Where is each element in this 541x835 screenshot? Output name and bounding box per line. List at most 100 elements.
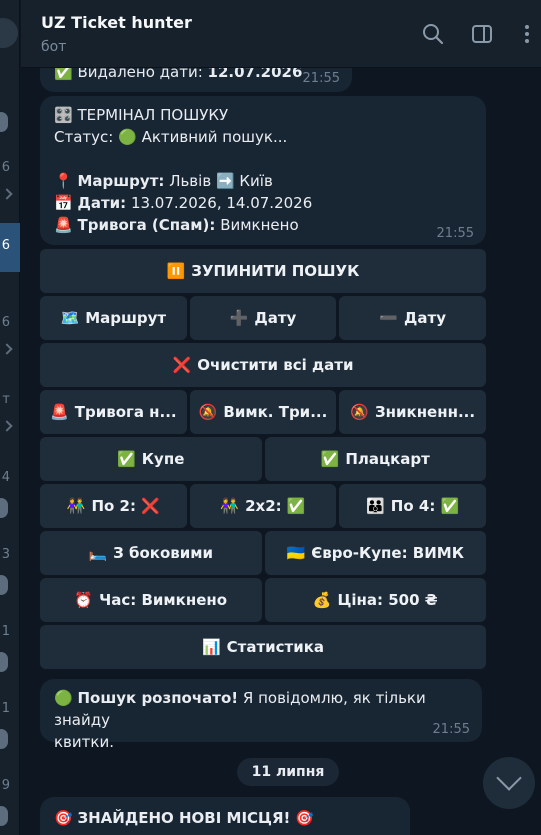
clear-dates-button[interactable]: ❌ Очистити всі дати: [40, 343, 486, 387]
stop-search-button[interactable]: ⏸️ ЗУПИНИТИ ПОШУК: [40, 249, 486, 293]
dates-value: 13.07.2026, 14.07.2026: [130, 194, 313, 212]
keyboard-row: ⏸️ ЗУПИНИТИ ПОШУК: [40, 249, 486, 293]
chat-list-count: т: [2, 392, 10, 407]
keyboard-row: 🗺️ Маршрут ➕ Дату ➖ Дату: [40, 296, 487, 340]
chat-list-count: 9: [1, 778, 10, 793]
message-text-bold: ЗНАЙДЕНО НОВІ МІСЦЯ!: [77, 809, 291, 827]
button-label: Маршрут: [85, 309, 167, 327]
bell-off-icon: 🔕: [350, 403, 369, 421]
map-icon: 🗺️: [60, 309, 80, 327]
kupe-toggle-button[interactable]: ✅ Купе: [40, 437, 262, 481]
terminal-title-text: ТЕРМІНАЛ ПОШУКУ: [77, 106, 229, 124]
add-date-button[interactable]: ➕ Дату: [189, 296, 337, 340]
money-bag-icon: 💰: [312, 591, 332, 609]
unread-badge: [0, 112, 8, 132]
chat-list-count: 1: [1, 701, 10, 716]
route-label: Маршрут:: [77, 172, 165, 190]
pause-icon: ⏸️: [166, 262, 186, 280]
button-label: Дату: [254, 309, 297, 327]
chat-subtitle: бот: [41, 39, 67, 55]
couple-icon: 👫: [220, 497, 240, 515]
message-search-terminal: 🎛️ ТЕРМІНАЛ ПОШУКУ Статус: 🟢 Активний по…: [40, 96, 486, 245]
remove-date-button[interactable]: ➖ Дату: [339, 296, 487, 340]
chat-title[interactable]: UZ Ticket hunter: [41, 13, 192, 32]
control-knobs-icon: 🎛️: [54, 106, 73, 124]
keyboard-row: 📊 Статистика: [40, 625, 486, 669]
more-menu-icon[interactable]: [515, 22, 539, 46]
button-label: Дату: [404, 309, 446, 327]
route-from: Львів: [169, 172, 212, 190]
calendar-icon: 📅: [54, 194, 73, 212]
keyboard-row: ⏰ Час: Вимкнено 💰 Ціна: 500 ₴: [40, 578, 486, 622]
bed-icon: 🛏️: [88, 544, 108, 562]
chat-list-count: 6: [1, 238, 10, 253]
check-icon: ✅: [440, 497, 460, 515]
seats-by-4-button[interactable]: 👪 По 4: ✅: [339, 484, 487, 528]
avatar[interactable]: [0, 18, 18, 48]
button-label: Статистика: [226, 638, 325, 656]
sidebar-toggle-icon[interactable]: [470, 22, 494, 46]
alarm-value: Вимкнено: [220, 216, 299, 234]
chat-list-item-active[interactable]: 6: [0, 223, 20, 272]
side-seats-button[interactable]: 🛏️ З боковими: [40, 531, 262, 575]
couple-icon: 👫: [66, 497, 86, 515]
keyboard-row: ✅ Купе ✅ Плацкарт: [40, 437, 486, 481]
platskart-toggle-button[interactable]: ✅ Плацкарт: [264, 437, 486, 481]
pin-icon: 📍: [54, 172, 73, 190]
message-text: квитки.: [54, 733, 114, 751]
alarm-button[interactable]: 🚨 Тривога н...: [40, 390, 187, 434]
chat-list-count: 3: [1, 547, 10, 562]
unread-badge: [0, 652, 8, 672]
check-icon: ✅: [117, 450, 136, 468]
chat-list-count: 6: [1, 160, 10, 175]
bell-off-icon: 🔕: [198, 403, 218, 421]
keyboard-row: ❌ Очистити всі дати: [40, 343, 486, 387]
terminal-dates: 📅 Дати: 13.07.2026, 14.07.2026: [54, 192, 472, 214]
chat-list-count: 6: [1, 315, 10, 330]
siren-icon: 🚨: [54, 216, 73, 234]
route-button[interactable]: 🗺️ Маршрут: [40, 296, 187, 340]
chat-list-strip: 6 6 6 т 4 3 1 1 9: [0, 0, 20, 835]
unread-badge: [0, 806, 8, 826]
unread-badge: [0, 498, 8, 518]
target-icon: 🎯: [54, 809, 73, 827]
message-search-started: 🟢 Пошук розпочато! Я повідомлю, як тільк…: [40, 679, 482, 751]
time-filter-button[interactable]: ⏰ Час: Вимкнено: [40, 578, 262, 622]
status-label: Статус:: [54, 128, 114, 146]
cross-icon: ❌: [172, 356, 192, 374]
message-found-seats: 🎯 ЗНАЙДЕНО НОВІ МІСЦЯ! 🎯: [40, 797, 410, 835]
button-label: Зникненн...: [374, 403, 476, 421]
statistics-button[interactable]: 📊 Статистика: [40, 625, 486, 669]
alarm-clock-icon: ⏰: [74, 591, 94, 609]
button-label: Плацкарт: [345, 450, 430, 468]
button-label: ЗУПИНИТИ ПОШУК: [191, 262, 360, 280]
message-time: 21:55: [302, 71, 340, 86]
button-label: Купе: [141, 450, 185, 468]
terminal-route: 📍 Маршрут: Львів ➡️ Київ: [54, 170, 472, 192]
euro-kupe-button[interactable]: 🇺🇦 Євро-Купе: ВИМК: [264, 531, 486, 575]
mute-alarm-button[interactable]: 🔕 Вимк. Три...: [189, 390, 337, 434]
ukraine-flag-icon: 🇺🇦: [286, 544, 306, 562]
plus-icon: ➕: [229, 309, 249, 327]
chevron-icon: [1, 343, 13, 355]
green-circle-icon: 🟢: [54, 689, 73, 707]
chat-list-count: 1: [1, 624, 10, 639]
message-time: 21:55: [432, 722, 470, 737]
alarm-label: Тривога (Спам):: [77, 216, 216, 234]
status-value: Активний пошук...: [141, 128, 288, 146]
search-icon[interactable]: [421, 22, 445, 46]
button-label: З боковими: [113, 544, 214, 562]
terminal-status: Статус: 🟢 Активний пошук...: [54, 126, 472, 148]
keyboard-row: 👫 По 2: ❌ 👫 2x2: ✅ 👪 По 4: ✅: [40, 484, 487, 528]
target-icon: 🎯: [295, 809, 314, 827]
seats-2x2-button[interactable]: 👫 2x2: ✅: [189, 484, 337, 528]
scroll-to-bottom-button[interactable]: [483, 757, 535, 809]
seats-by-2-button[interactable]: 👫 По 2: ❌: [40, 484, 187, 528]
chevron-icon: [1, 420, 13, 432]
disappear-alert-button[interactable]: 🔕 Зникненн...: [339, 390, 487, 434]
price-filter-button[interactable]: 💰 Ціна: 500 ₴: [264, 578, 486, 622]
button-label: Вимк. Три...: [223, 403, 328, 421]
siren-icon: 🚨: [50, 403, 69, 421]
keyboard-row: 🛏️ З боковими 🇺🇦 Євро-Купе: ВИМК: [40, 531, 486, 575]
check-icon: ✅: [320, 450, 340, 468]
